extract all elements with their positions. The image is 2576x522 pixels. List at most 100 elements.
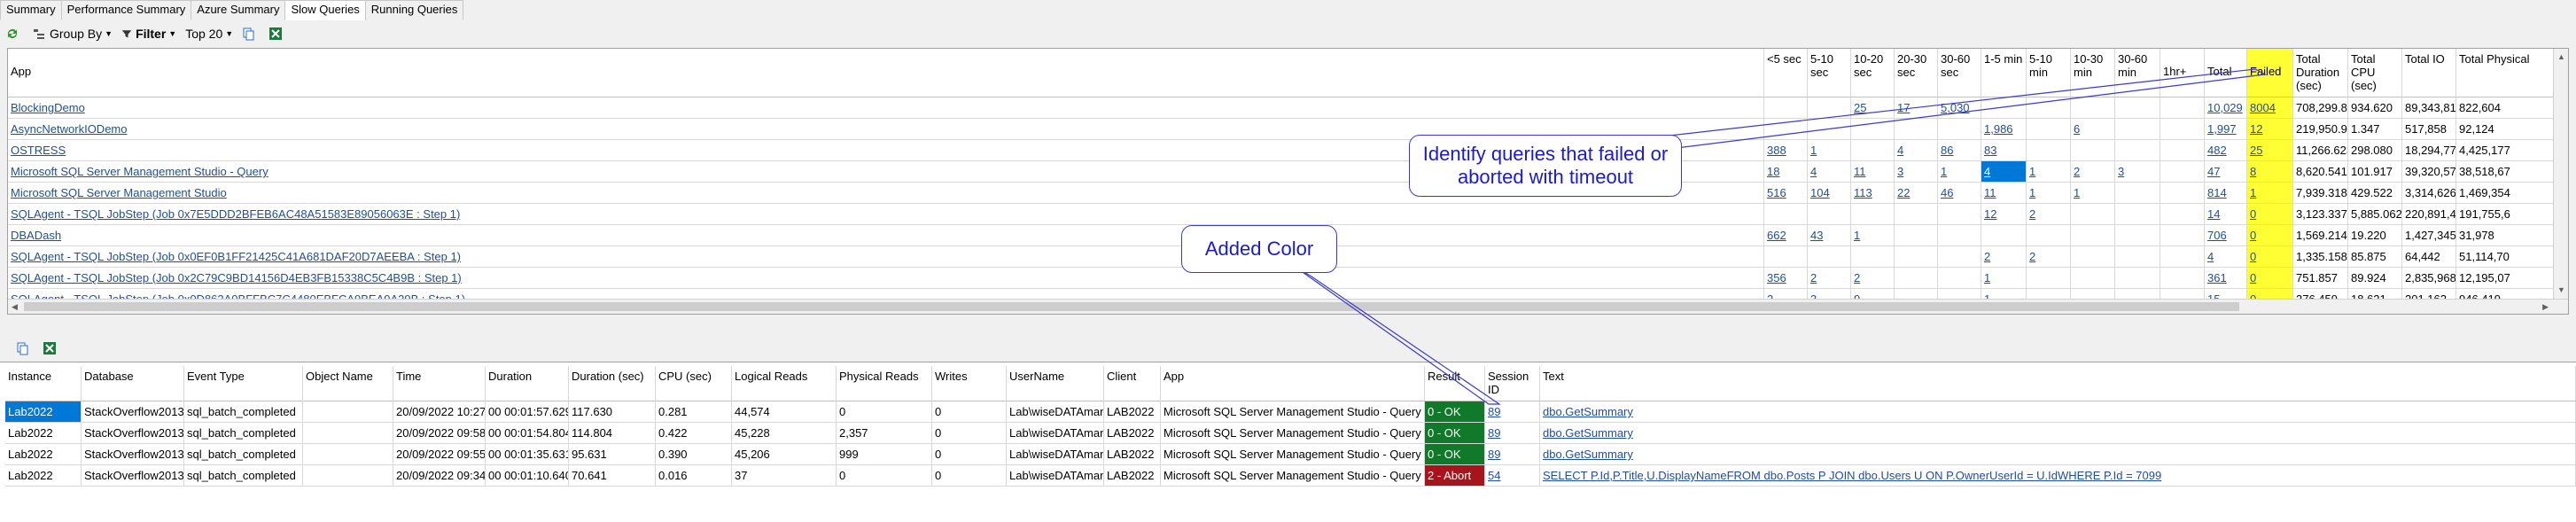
detail-column-header-client[interactable]: Client bbox=[1104, 366, 1161, 401]
summary-link-app[interactable]: OSTRESS bbox=[11, 144, 66, 157]
detail-copy-button[interactable] bbox=[16, 341, 34, 355]
summary-link-s10-20[interactable]: 2 bbox=[1854, 271, 1860, 284]
detail-column-header-duration[interactable]: Duration bbox=[486, 366, 569, 401]
summary-link-lt5[interactable]: 388 bbox=[1767, 144, 1786, 157]
summary-link-s20-30[interactable]: 3 bbox=[1897, 165, 1903, 178]
detail-column-header-result[interactable]: Result bbox=[1425, 366, 1485, 401]
summary-link-s5-10[interactable]: 104 bbox=[1810, 186, 1830, 199]
detail-column-header-username[interactable]: UserName bbox=[1007, 366, 1104, 401]
summary-link-s20-30[interactable]: 4 bbox=[1897, 144, 1903, 157]
summary-link-app[interactable]: Microsoft SQL Server Management Studio bbox=[11, 186, 227, 199]
scroll-thumb[interactable] bbox=[24, 302, 2239, 311]
summary-link-s20-30[interactable]: 22 bbox=[1897, 186, 1910, 199]
summary-link-s10-20[interactable]: 113 bbox=[1854, 186, 1872, 199]
summary-link-total[interactable]: 814 bbox=[2207, 186, 2227, 199]
detail-column-header-instance[interactable]: Instance bbox=[5, 366, 82, 401]
summary-link-failed[interactable]: 8 bbox=[2250, 165, 2256, 178]
summary-link-total[interactable]: 10,029 bbox=[2207, 101, 2243, 114]
detail-column-header-session[interactable]: Session ID bbox=[1485, 366, 1540, 401]
detail-column-header-object-name[interactable]: Object Name bbox=[303, 366, 393, 401]
detail-link-text[interactable]: dbo.GetSummary bbox=[1543, 405, 1633, 418]
summary-link-m1-5[interactable]: 11 bbox=[1984, 186, 1996, 199]
summary-link-lt5[interactable]: 356 bbox=[1767, 271, 1786, 284]
summary-link-s20-30[interactable]: 17 bbox=[1897, 101, 1910, 114]
summary-link-failed[interactable]: 0 bbox=[2250, 250, 2256, 263]
summary-link-failed[interactable]: 0 bbox=[2250, 271, 2256, 284]
detail-column-header-physical[interactable]: Physical Reads bbox=[837, 366, 932, 401]
detail-column-header-logical[interactable]: Logical Reads bbox=[732, 366, 837, 401]
column-header-m30-60[interactable]: 30-60 min bbox=[2115, 49, 2160, 97]
column-header-total-io[interactable]: Total IO bbox=[2402, 49, 2456, 97]
detail-link-session[interactable]: 89 bbox=[1488, 405, 1500, 418]
summary-link-s5-10[interactable]: 2 bbox=[1810, 271, 1817, 284]
detail-column-header-text[interactable]: Text bbox=[1540, 366, 2576, 401]
summary-link-app[interactable]: SQLAgent - TSQL JobStep (Job 0x2C79C9BD1… bbox=[11, 271, 462, 284]
summary-link-total[interactable]: 14 bbox=[2207, 207, 2220, 221]
summary-link-lt5[interactable]: 18 bbox=[1767, 165, 1779, 178]
column-header-m1-5[interactable]: 1-5 min bbox=[1981, 49, 2027, 97]
column-header-total-duration[interactable]: Total Duration (sec) bbox=[2293, 49, 2348, 97]
summary-link-s5-10[interactable]: 1 bbox=[1810, 144, 1817, 157]
summary-link-s10-20[interactable]: 11 bbox=[1854, 165, 1866, 178]
column-header-app[interactable]: App bbox=[8, 49, 1764, 97]
detail-link-text[interactable]: dbo.GetSummary bbox=[1543, 448, 1633, 461]
summary-link-m30-60[interactable]: 3 bbox=[2118, 165, 2124, 178]
summary-link-m5-10[interactable]: 2 bbox=[2029, 250, 2035, 263]
summary-link-total[interactable]: 706 bbox=[2207, 229, 2227, 242]
summary-link-failed[interactable]: 1 bbox=[2250, 186, 2256, 199]
filter-dropdown[interactable]: Filter ▼ bbox=[121, 27, 176, 41]
summary-link-s10-20[interactable]: 25 bbox=[1854, 101, 1866, 114]
detail-column-header-event-type[interactable]: Event Type bbox=[184, 366, 303, 401]
column-header-lt5[interactable]: <5 sec bbox=[1764, 49, 1808, 97]
column-header-s30-60[interactable]: 30-60 sec bbox=[1938, 49, 1981, 97]
column-header-total-physical[interactable]: Total Physical bbox=[2456, 49, 2556, 97]
summary-link-m5-10[interactable]: 1 bbox=[2029, 186, 2035, 199]
summary-link-app[interactable]: DBADash bbox=[11, 229, 61, 242]
summary-link-m10-30[interactable]: 1 bbox=[2074, 186, 2080, 199]
summary-link-m10-30[interactable]: 6 bbox=[2074, 122, 2080, 136]
summary-link-m1-5[interactable]: 83 bbox=[1984, 144, 1996, 157]
summary-link-m1-5[interactable]: 1 bbox=[1984, 271, 1990, 284]
summary-link-s10-20[interactable]: 1 bbox=[1854, 229, 1860, 242]
horizontal-scrollbar[interactable]: ◀ ▶ bbox=[8, 299, 2568, 314]
tab-slow-queries[interactable]: Slow Queries bbox=[284, 0, 366, 20]
summary-link-total[interactable]: 47 bbox=[2207, 165, 2220, 178]
summary-link-total[interactable]: 361 bbox=[2207, 271, 2227, 284]
column-header-total-cpu[interactable]: Total CPU (sec) bbox=[2348, 49, 2402, 97]
copy-button[interactable] bbox=[242, 27, 260, 41]
summary-link-app[interactable]: AsyncNetworkIODemo bbox=[11, 122, 127, 136]
detail-link-session[interactable]: 89 bbox=[1488, 448, 1500, 461]
summary-link-m10-30[interactable]: 2 bbox=[2074, 165, 2080, 178]
summary-link-m1-5[interactable]: 12 bbox=[1984, 207, 1996, 221]
scroll-down-icon[interactable]: ▼ bbox=[2557, 285, 2565, 294]
summary-link-failed[interactable]: 8004 bbox=[2250, 101, 2276, 114]
vertical-scrollbar[interactable]: ▲ ▼ bbox=[2553, 49, 2568, 314]
summary-link-failed[interactable]: 0 bbox=[2250, 229, 2256, 242]
summary-link-app[interactable]: SQLAgent - TSQL JobStep (Job 0x0EF0B1FF2… bbox=[11, 250, 461, 263]
summary-link-s30-60[interactable]: 86 bbox=[1941, 144, 1953, 157]
column-header-total[interactable]: Total bbox=[2205, 49, 2247, 97]
column-header-h1[interactable]: 1hr+ bbox=[2160, 49, 2205, 97]
summary-link-app[interactable]: SQLAgent - TSQL JobStep (Job 0x7E5DDD2BF… bbox=[11, 207, 460, 221]
summary-link-s5-10[interactable]: 43 bbox=[1810, 229, 1823, 242]
tab-summary[interactable]: Summary bbox=[0, 0, 62, 19]
summary-link-total[interactable]: 4 bbox=[2207, 250, 2214, 263]
tab-running-queries[interactable]: Running Queries bbox=[364, 0, 464, 19]
summary-link-total[interactable]: 1,997 bbox=[2207, 122, 2237, 136]
summary-link-s30-60[interactable]: 46 bbox=[1941, 186, 1953, 199]
detail-column-header-cpu[interactable]: CPU (sec) bbox=[656, 366, 732, 401]
summary-link-failed[interactable]: 0 bbox=[2250, 207, 2256, 221]
summary-link-m1-5[interactable]: 2 bbox=[1984, 250, 1990, 263]
detail-column-header-writes[interactable]: Writes bbox=[932, 366, 1007, 401]
summary-link-failed[interactable]: 12 bbox=[2250, 122, 2262, 136]
summary-link-s30-60[interactable]: 1 bbox=[1941, 165, 1947, 178]
detail-column-header-time[interactable]: Time bbox=[393, 366, 486, 401]
tab-azure-summary[interactable]: Azure Summary bbox=[191, 0, 286, 19]
scroll-left-icon[interactable]: ◀ bbox=[12, 302, 18, 312]
column-header-m5-10[interactable]: 5-10 min bbox=[2027, 49, 2071, 97]
summary-link-m1-5[interactable]: 1,986 bbox=[1984, 122, 2013, 136]
summary-link-failed[interactable]: 25 bbox=[2250, 144, 2262, 157]
scroll-up-icon[interactable]: ▲ bbox=[2557, 52, 2565, 61]
summary-link-app[interactable]: Microsoft SQL Server Management Studio -… bbox=[11, 165, 268, 178]
group-by-dropdown[interactable]: Group By ▼ bbox=[32, 27, 113, 41]
